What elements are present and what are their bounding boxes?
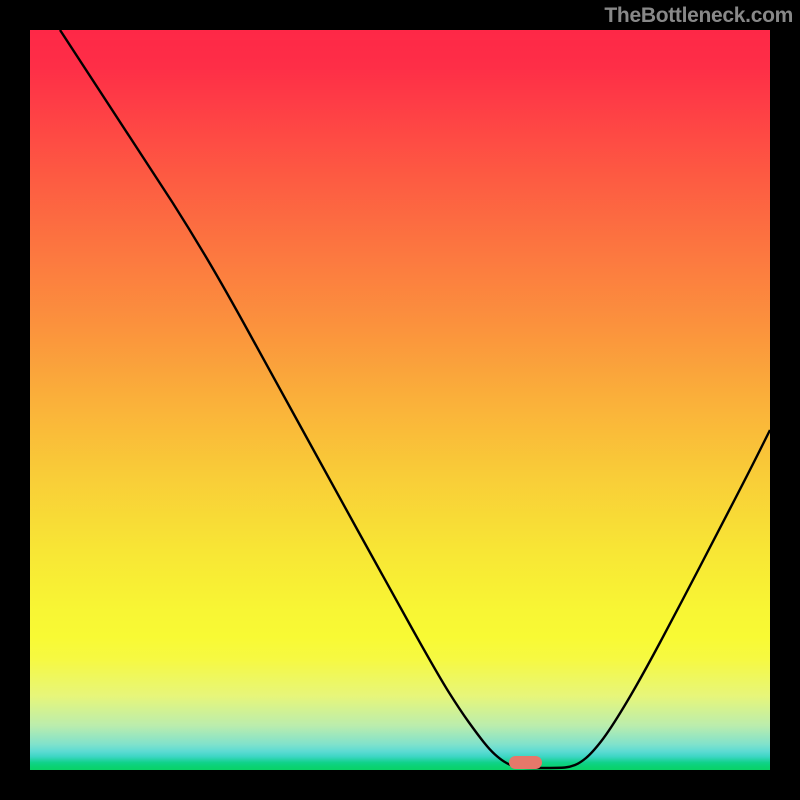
watermark-label: TheBottleneck.com: [604, 4, 793, 28]
highlight-marker: [509, 756, 542, 769]
outer-frame: TheBottleneck.com: [0, 0, 800, 800]
curve-line: [30, 30, 770, 770]
plot-area: [30, 30, 770, 770]
